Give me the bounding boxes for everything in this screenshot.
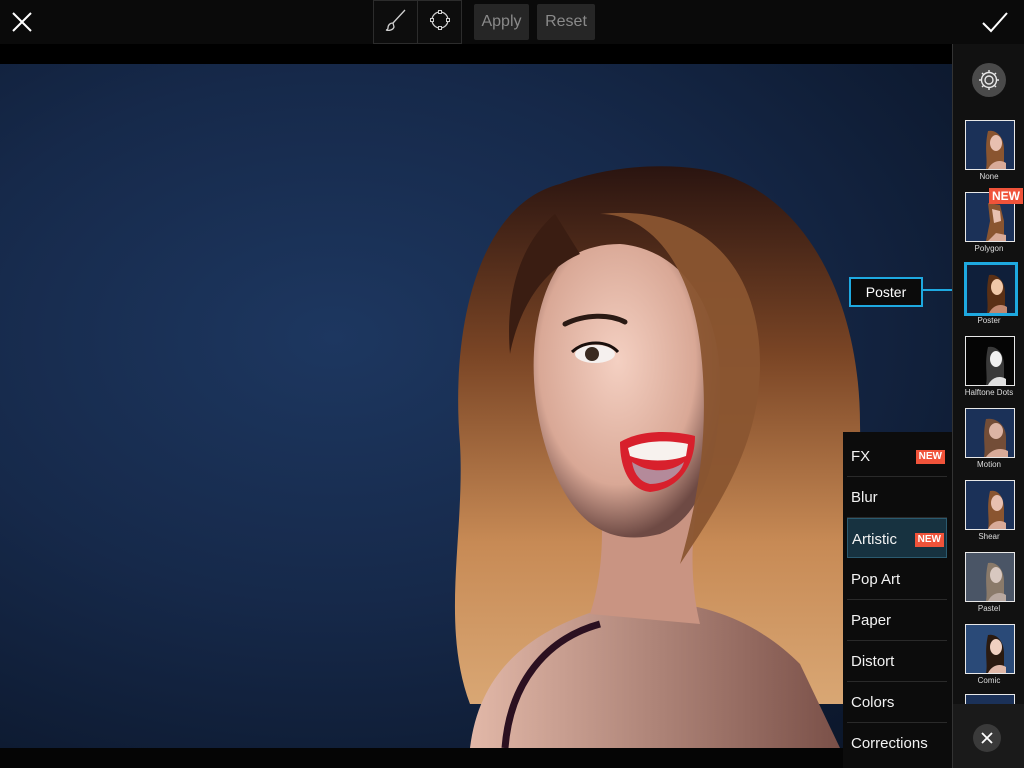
category-corrections[interactable]: Corrections — [847, 723, 947, 763]
category-artistic[interactable]: Artistic NEW — [847, 518, 947, 558]
category-label: Blur — [851, 489, 878, 506]
effect-label: Motion — [976, 460, 1001, 469]
category-distort[interactable]: Distort — [847, 641, 947, 682]
new-badge: NEW — [915, 450, 945, 464]
photo-canvas[interactable] — [0, 64, 952, 748]
effect-thumb-none[interactable]: None — [953, 116, 1024, 186]
brush-tool-button[interactable] — [373, 0, 418, 44]
brush-icon — [382, 6, 410, 39]
selected-effect-tooltip: Poster — [849, 277, 923, 307]
close-icon[interactable] — [973, 724, 1001, 752]
effect-label: Shear — [978, 532, 1000, 541]
effect-thumb-shear[interactable]: Shear — [953, 476, 1024, 546]
effect-preview — [965, 408, 1015, 458]
checkmark-icon[interactable] — [978, 6, 1012, 38]
effect-label: Polygon — [974, 244, 1004, 253]
category-colors[interactable]: Colors — [847, 682, 947, 723]
apply-button[interactable]: Apply — [474, 4, 529, 40]
category-label: Pop Art — [851, 571, 901, 588]
effects-panel: None NEW Polygon Poster Halftone Dots Mo… — [952, 44, 1024, 768]
effect-thumb-pastel[interactable]: Pastel — [953, 548, 1024, 618]
effect-preview — [965, 336, 1015, 386]
effect-thumb-comic[interactable]: Comic — [953, 620, 1024, 690]
effect-thumb-polygon[interactable]: NEW Polygon — [953, 188, 1024, 258]
category-label: Corrections — [851, 735, 928, 752]
category-label: Paper — [851, 612, 892, 629]
effect-label: Pastel — [977, 604, 1001, 613]
category-pop-art[interactable]: Pop Art — [847, 559, 947, 600]
new-badge: NEW — [914, 533, 944, 547]
reset-button[interactable]: Reset — [537, 4, 595, 40]
effect-label: Comic — [977, 676, 1001, 685]
effect-category-menu: FX NEW Blur Artistic NEW Pop Art Paper D… — [843, 432, 952, 768]
category-paper[interactable]: Paper — [847, 600, 947, 641]
new-badge: NEW — [989, 188, 1023, 204]
effect-label: Poster — [977, 316, 1001, 325]
category-blur[interactable]: Blur — [847, 477, 947, 518]
lasso-icon — [428, 8, 452, 37]
effect-preview — [965, 552, 1015, 602]
effect-preview — [965, 120, 1015, 170]
portrait-photo — [454, 166, 886, 748]
effect-label: None — [979, 172, 999, 181]
category-label: Colors — [851, 694, 895, 711]
category-label: Distort — [851, 653, 895, 670]
category-label: FX — [851, 448, 871, 465]
effect-preview — [964, 262, 1018, 316]
category-fx[interactable]: FX NEW — [847, 436, 947, 477]
effect-thumb-halftone-dots[interactable]: Halftone Dots — [953, 332, 1024, 402]
canvas-bottom-strip — [0, 748, 952, 768]
category-label: Artistic — [852, 531, 897, 548]
effect-preview — [965, 480, 1015, 530]
effect-label: Halftone Dots — [964, 388, 1014, 397]
effect-thumb-poster[interactable]: Poster — [953, 260, 1024, 330]
top-toolbar: Apply Reset — [0, 0, 1024, 44]
close-icon[interactable] — [6, 6, 38, 38]
lasso-tool-button[interactable] — [417, 0, 462, 44]
effect-thumb-motion[interactable]: Motion — [953, 404, 1024, 474]
effect-preview — [965, 624, 1015, 674]
gear-icon[interactable] — [971, 62, 1007, 98]
